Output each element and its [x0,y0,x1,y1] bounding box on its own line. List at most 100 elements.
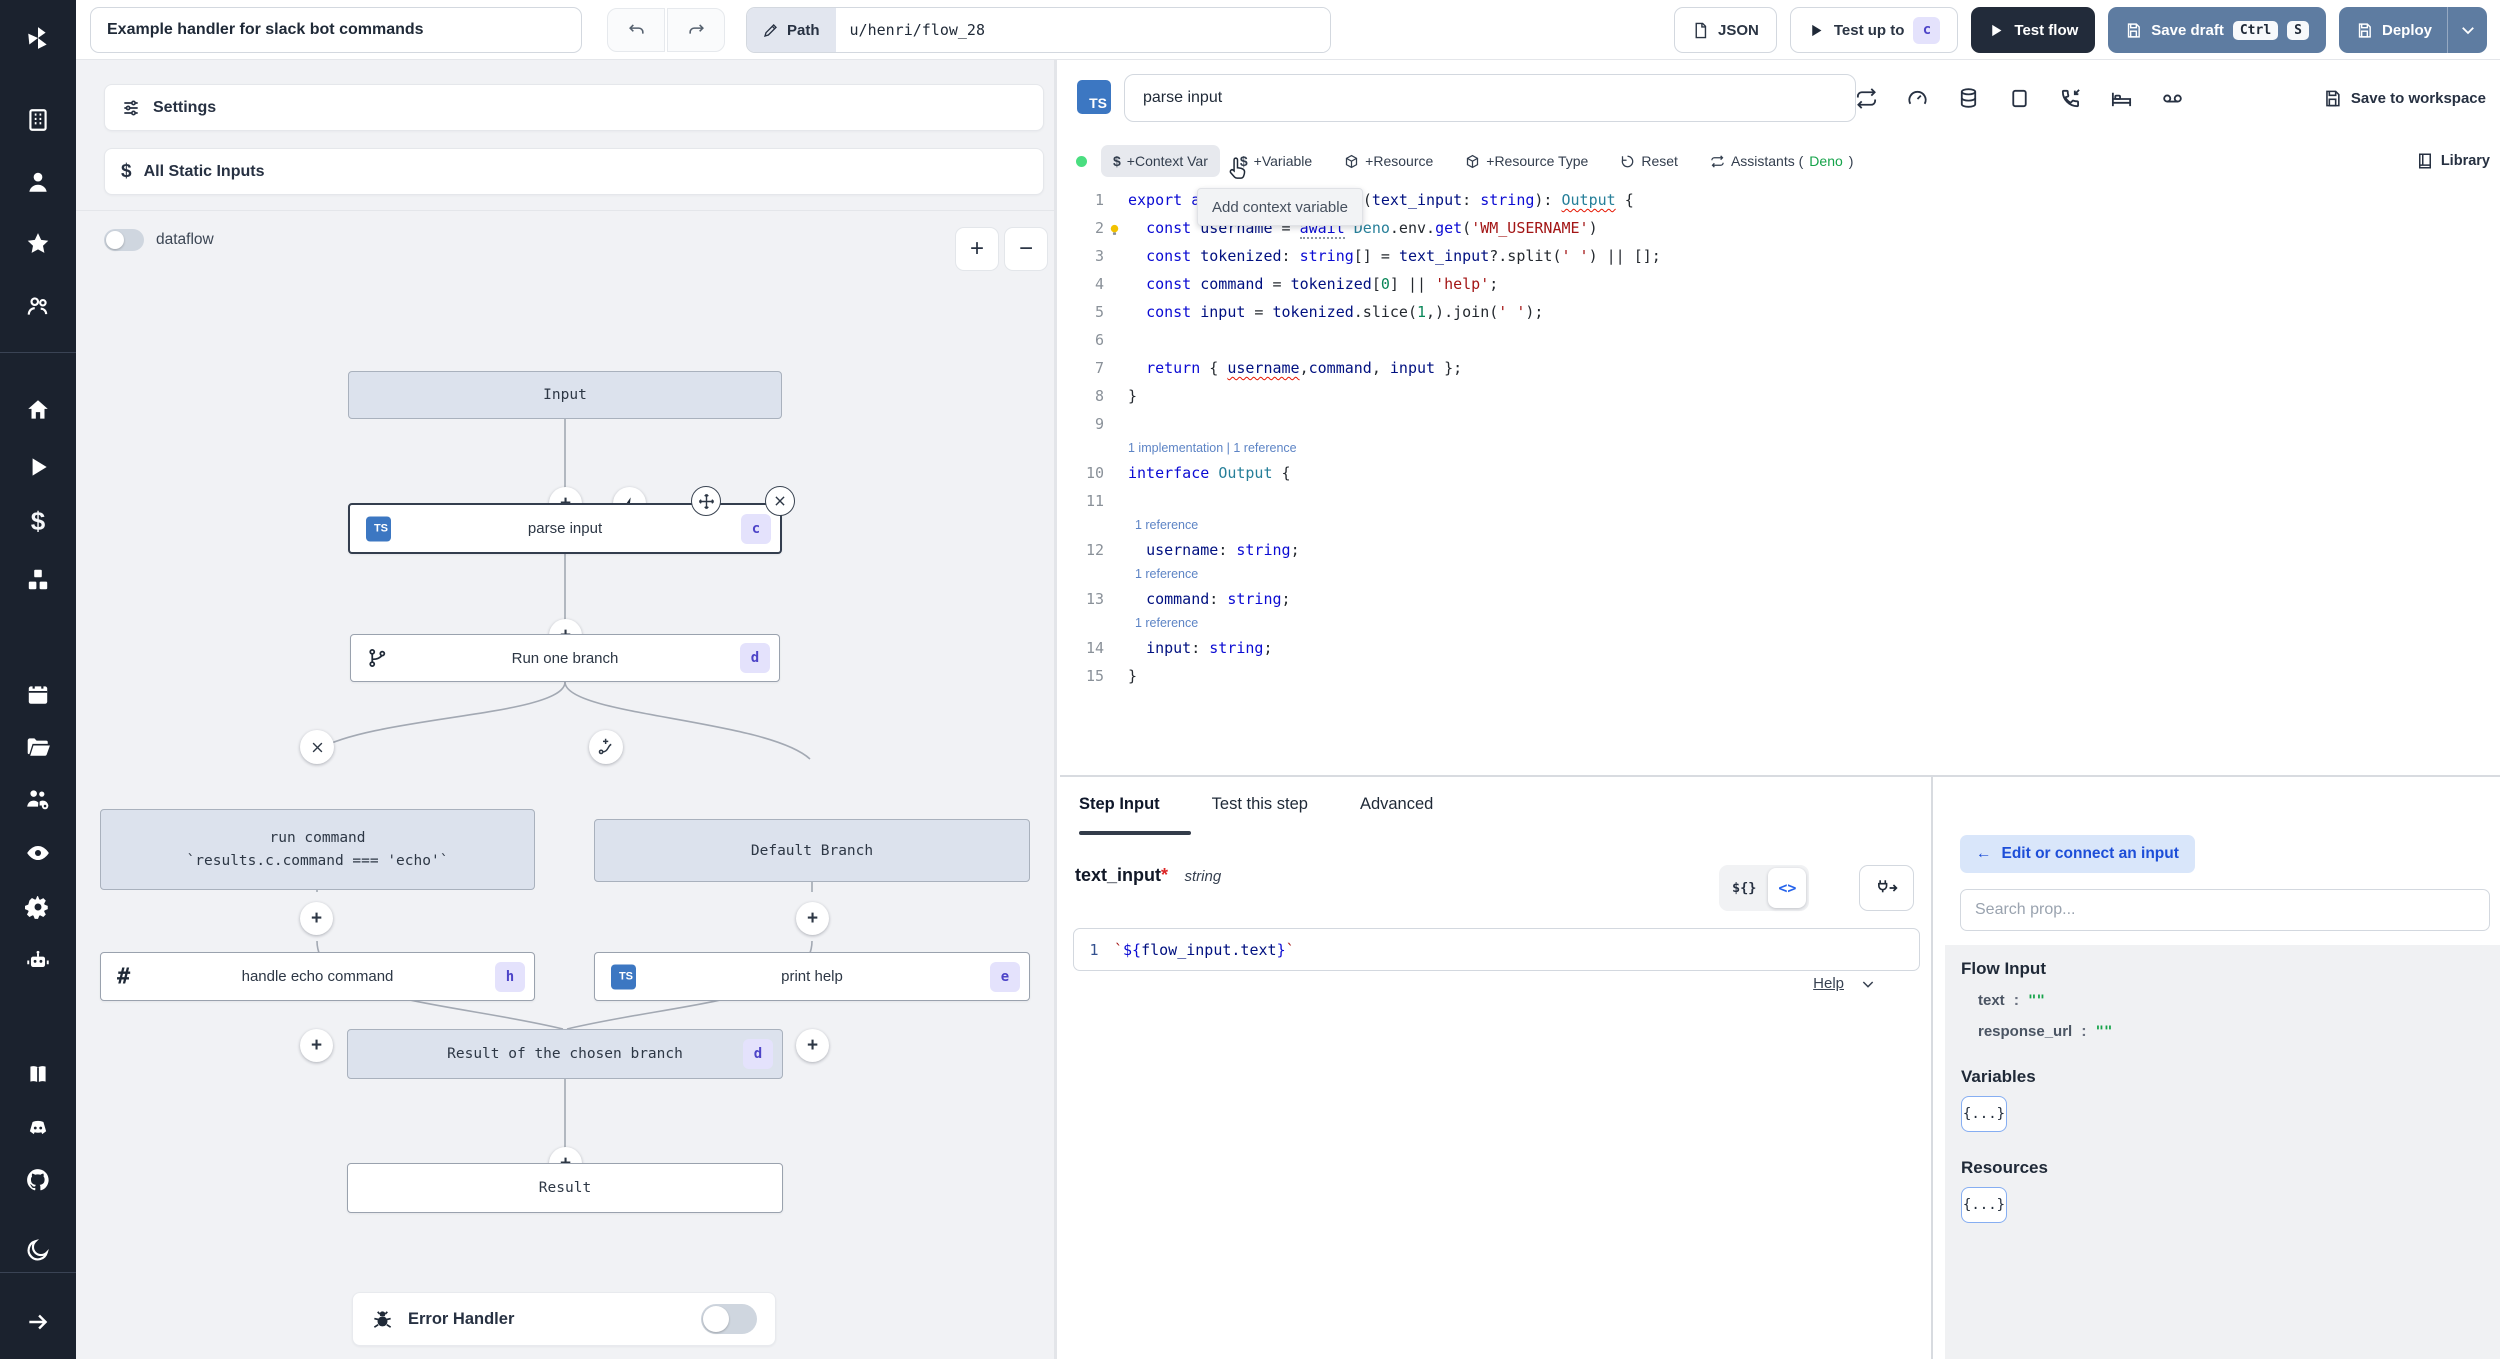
flow-node-default-branch[interactable]: Default Branch [594,819,1030,882]
step-name-input[interactable]: parse input [1124,74,1856,122]
undo-button[interactable] [607,8,665,52]
square-icon[interactable] [2008,87,2031,110]
flow-node-result-of-chosen-branch[interactable]: Result of the chosen branch d [347,1029,783,1079]
deploy-button[interactable]: Deploy [2338,7,2487,53]
discord-icon[interactable] [0,1106,76,1150]
save-icon [2358,22,2371,38]
error-handler-bar[interactable]: Error Handler [352,1292,776,1346]
language-status-dot [1076,155,1087,167]
zoom-in-button[interactable]: + [955,227,999,271]
windmill-logo-icon[interactable] [0,16,76,60]
settings-gear-icon[interactable] [0,885,76,929]
voicemail-icon[interactable] [2161,87,2184,110]
add-context-var-button[interactable]: $ +Context Var [1101,145,1220,177]
error-handler-toggle[interactable] [701,1304,757,1334]
insert-step-plus-button[interactable]: + [796,902,829,935]
flow-node-print-help[interactable]: TS print help e [594,952,1030,1001]
database-icon[interactable] [1957,87,1980,110]
home-icon[interactable] [0,388,76,432]
slack-hash-icon: # [117,964,131,989]
schedules-calendar-icon[interactable] [0,672,76,716]
prop-row-response-url[interactable]: response_url : "" [1961,1023,2486,1041]
code-mode-button[interactable]: <> [1768,868,1807,908]
runs-play-icon[interactable] [0,445,76,489]
expand-sidebar-arrow-icon[interactable] [0,1300,76,1344]
tab-step-input[interactable]: Step Input [1079,795,1160,818]
reset-button[interactable]: Reset [1608,145,1690,177]
chevron-down-icon[interactable] [2459,21,2477,39]
mouse-cursor-hand [1229,157,1246,179]
search-prop-input[interactable]: Search prop... [1960,889,2490,931]
save-to-workspace-button[interactable]: Save to workspace [2323,60,2486,136]
folders-icon[interactable] [0,724,76,768]
workers-users-gear-icon[interactable] [0,777,76,821]
path-field[interactable]: Path u/henri/flow_28 [746,7,1331,53]
required-asterisk: * [1161,865,1169,885]
book-icon [2418,153,2431,169]
dark-mode-moon-icon[interactable] [0,1228,76,1272]
sync-icon [1711,154,1724,168]
path-value[interactable]: u/henri/flow_28 [835,8,1330,52]
chevron-down-icon[interactable] [1860,976,1876,992]
edit-or-connect-button[interactable]: ← Edit or connect an input [1960,835,2195,873]
workspace-building-icon[interactable] [0,98,76,142]
add-branch-button[interactable] [589,730,623,764]
resources-object-chip[interactable]: {...} [1961,1187,2007,1223]
code-editor[interactable]: 1export async function main(text_input: … [1060,186,2500,775]
all-static-inputs-bar[interactable]: $ All Static Inputs [104,148,1044,195]
help-link[interactable]: Help [1813,975,1844,992]
user-icon[interactable] [0,160,76,204]
flow-settings-bar[interactable]: Settings [104,84,1044,131]
flow-node-run-one-branch[interactable]: Run one branch d [350,634,780,682]
favorites-star-icon[interactable] [0,222,76,266]
add-resource-button[interactable]: +Resource [1332,145,1445,177]
insert-step-plus-button[interactable]: + [300,902,333,935]
test-up-to-button[interactable]: Test up to c [1789,7,1959,53]
move-node-button[interactable] [691,486,721,516]
test-flow-button[interactable]: Test flow [1971,7,2096,53]
dataflow-toggle[interactable] [104,229,144,251]
path-label-chip: Path [747,8,836,52]
kbd-ctrl: Ctrl [2232,20,2279,40]
flow-node-handle-echo-command[interactable]: # handle echo command h [100,952,535,1001]
connect-input-plug-button[interactable] [1859,865,1914,911]
kbd-s: S [2287,20,2309,40]
save-draft-button[interactable]: Save draft Ctrl S [2108,7,2326,53]
template-mode-button[interactable]: ${} [1722,868,1766,908]
phone-incoming-icon[interactable] [2059,87,2082,110]
gauge-icon[interactable] [1906,87,1929,110]
node-label: Run one branch [511,649,619,667]
flow-title-input[interactable]: Example handler for slack bot commands [90,7,582,53]
prop-row-text[interactable]: text : "" [1961,992,2486,1010]
zoom-out-button[interactable]: − [1004,227,1048,271]
resources-cubes-icon[interactable] [0,558,76,602]
ai-robot-icon[interactable] [0,939,76,983]
github-icon[interactable] [0,1158,76,1202]
groups-icon[interactable] [0,284,76,328]
bug-icon [373,1310,392,1328]
add-resource-type-button[interactable]: +Resource Type [1453,145,1600,177]
active-tab-underline [1079,831,1191,835]
redo-button[interactable] [667,8,725,52]
delete-node-button[interactable] [765,486,795,516]
repeat-icon[interactable] [1855,87,1878,110]
flow-input-title: Flow Input [1961,959,2046,978]
remove-branch-button[interactable] [300,730,334,764]
expression-input[interactable]: 1 `${flow_input.text}` [1073,928,1920,971]
tab-advanced[interactable]: Advanced [1360,795,1433,818]
variables-object-chip[interactable]: {...} [1961,1096,2007,1132]
audit-eye-icon[interactable] [0,831,76,875]
library-button[interactable]: Library [2416,152,2490,170]
variables-dollar-icon[interactable]: $ [0,499,76,543]
flow-node-result[interactable]: Result [347,1163,783,1213]
tab-test-this-step[interactable]: Test this step [1212,795,1308,818]
flow-node-run-command-branch[interactable]: run command `results.c.command === 'echo… [100,809,535,890]
insert-step-plus-button[interactable]: + [796,1029,829,1062]
docs-book-icon[interactable] [0,1052,76,1096]
quickfix-lightbulb-icon[interactable] [1107,223,1122,238]
assistants-button[interactable]: Assistants (Deno) [1698,145,1866,177]
flow-node-input[interactable]: Input [348,371,782,419]
bed-icon[interactable] [2110,87,2133,110]
insert-step-plus-button[interactable]: + [300,1029,333,1062]
json-button[interactable]: JSON [1674,7,1777,53]
